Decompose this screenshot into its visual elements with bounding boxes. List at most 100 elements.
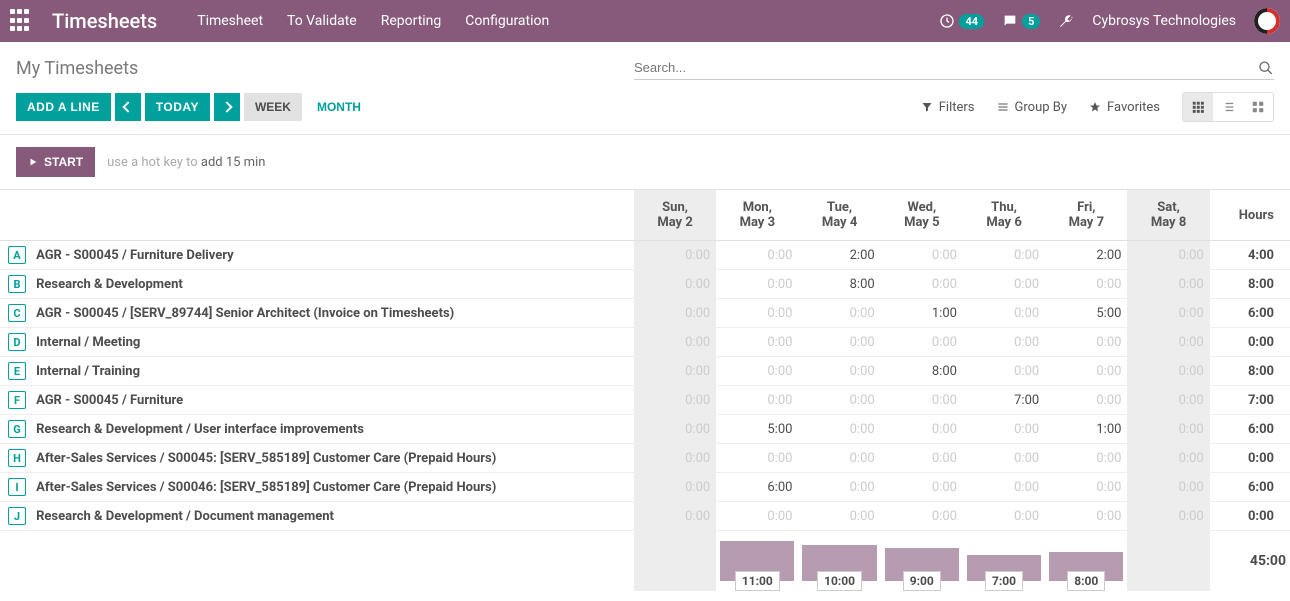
time-cell[interactable]: 0:00 — [1045, 473, 1127, 502]
time-cell[interactable]: 0:00 — [716, 328, 798, 357]
row-task[interactable]: AGR - S00045 / [SERV_89744] Senior Archi… — [30, 299, 634, 328]
time-cell[interactable]: 0:00 — [1127, 270, 1209, 299]
row-task[interactable]: After-Sales Services / S00045: [SERV_585… — [30, 444, 634, 473]
time-cell[interactable]: 0:00 — [798, 299, 880, 328]
time-cell[interactable]: 0:00 — [963, 328, 1045, 357]
search-input[interactable] — [634, 56, 1258, 79]
time-cell[interactable]: 0:00 — [963, 299, 1045, 328]
time-cell[interactable]: 0:00 — [1127, 444, 1209, 473]
time-cell[interactable]: 0:00 — [881, 328, 963, 357]
time-cell[interactable]: 0:00 — [1045, 386, 1127, 415]
apps-icon[interactable] — [10, 9, 34, 33]
view-grid[interactable] — [1183, 93, 1213, 121]
row-task[interactable]: Internal / Training — [30, 357, 634, 386]
time-cell[interactable]: 0:00 — [634, 415, 716, 444]
start-button[interactable]: START — [16, 147, 95, 177]
time-cell[interactable]: 0:00 — [634, 473, 716, 502]
time-cell[interactable]: 0:00 — [798, 415, 880, 444]
view-list[interactable] — [1213, 93, 1243, 121]
time-cell[interactable]: 0:00 — [881, 473, 963, 502]
time-cell[interactable]: 0:00 — [798, 473, 880, 502]
time-cell[interactable]: 0:00 — [634, 444, 716, 473]
time-cell[interactable]: 0:00 — [1127, 502, 1209, 531]
filters-menu[interactable]: Filters — [921, 100, 975, 115]
row-hotkey[interactable]: C — [0, 299, 30, 328]
time-cell[interactable]: 0:00 — [1127, 328, 1209, 357]
row-task[interactable]: AGR - S00045 / Furniture — [30, 386, 634, 415]
time-cell[interactable]: 0:00 — [798, 444, 880, 473]
row-hotkey[interactable]: J — [0, 502, 30, 531]
time-cell[interactable]: 0:00 — [963, 241, 1045, 270]
time-cell[interactable]: 0:00 — [634, 328, 716, 357]
time-cell[interactable]: 0:00 — [716, 444, 798, 473]
prev-button[interactable] — [115, 93, 141, 121]
time-cell[interactable]: 0:00 — [634, 357, 716, 386]
row-task[interactable]: After-Sales Services / S00046: [SERV_585… — [30, 473, 634, 502]
time-cell[interactable]: 0:00 — [963, 415, 1045, 444]
time-cell[interactable]: 0:00 — [1127, 415, 1209, 444]
time-cell[interactable]: 7:00 — [963, 386, 1045, 415]
time-cell[interactable]: 0:00 — [716, 502, 798, 531]
time-cell[interactable]: 0:00 — [716, 270, 798, 299]
time-cell[interactable]: 0:00 — [1045, 357, 1127, 386]
brand[interactable]: Timesheets — [52, 9, 157, 33]
time-cell[interactable]: 0:00 — [881, 415, 963, 444]
time-cell[interactable]: 0:00 — [634, 299, 716, 328]
nav-configuration[interactable]: Configuration — [465, 13, 549, 29]
time-cell[interactable]: 0:00 — [716, 386, 798, 415]
time-cell[interactable]: 2:00 — [1045, 241, 1127, 270]
next-button[interactable] — [214, 93, 240, 121]
time-cell[interactable]: 0:00 — [716, 299, 798, 328]
nav-timesheet[interactable]: Timesheet — [197, 13, 263, 29]
row-hotkey[interactable]: A — [0, 241, 30, 270]
time-cell[interactable]: 2:00 — [798, 241, 880, 270]
time-cell[interactable]: 0:00 — [881, 444, 963, 473]
month-button[interactable]: MONTH — [306, 93, 372, 121]
row-hotkey[interactable]: B — [0, 270, 30, 299]
time-cell[interactable]: 0:00 — [1045, 502, 1127, 531]
row-task[interactable]: AGR - S00045 / Furniture Delivery — [30, 241, 634, 270]
time-cell[interactable]: 0:00 — [1127, 386, 1209, 415]
nav-reporting[interactable]: Reporting — [381, 13, 442, 29]
time-cell[interactable]: 6:00 — [716, 473, 798, 502]
row-hotkey[interactable]: G — [0, 415, 30, 444]
time-cell[interactable]: 0:00 — [881, 386, 963, 415]
time-cell[interactable]: 0:00 — [798, 502, 880, 531]
chat-indicator[interactable]: 5 — [1002, 13, 1040, 29]
nav-to-validate[interactable]: To Validate — [287, 13, 357, 29]
row-hotkey[interactable]: H — [0, 444, 30, 473]
favorites-menu[interactable]: Favorites — [1089, 100, 1160, 115]
today-button[interactable]: TODAY — [145, 93, 210, 121]
wrench-icon[interactable] — [1058, 13, 1074, 29]
time-cell[interactable]: 0:00 — [1127, 357, 1209, 386]
time-cell[interactable]: 0:00 — [634, 502, 716, 531]
time-cell[interactable]: 0:00 — [881, 270, 963, 299]
time-cell[interactable]: 0:00 — [881, 241, 963, 270]
avatar[interactable] — [1254, 8, 1280, 34]
time-cell[interactable]: 5:00 — [716, 415, 798, 444]
add-line-button[interactable]: ADD A LINE — [16, 93, 111, 121]
time-cell[interactable]: 0:00 — [963, 444, 1045, 473]
time-cell[interactable]: 0:00 — [881, 502, 963, 531]
time-cell[interactable]: 0:00 — [716, 241, 798, 270]
time-cell[interactable]: 1:00 — [881, 299, 963, 328]
time-cell[interactable]: 0:00 — [634, 270, 716, 299]
view-kanban[interactable] — [1243, 93, 1273, 121]
time-cell[interactable]: 0:00 — [963, 473, 1045, 502]
time-cell[interactable]: 0:00 — [798, 357, 880, 386]
time-cell[interactable]: 0:00 — [1045, 270, 1127, 299]
time-cell[interactable]: 8:00 — [881, 357, 963, 386]
time-cell[interactable]: 8:00 — [798, 270, 880, 299]
time-cell[interactable]: 0:00 — [634, 241, 716, 270]
search-icon[interactable] — [1258, 60, 1274, 76]
row-hotkey[interactable]: I — [0, 473, 30, 502]
row-hotkey[interactable]: E — [0, 357, 30, 386]
row-hotkey[interactable]: F — [0, 386, 30, 415]
company-menu[interactable]: Cybrosys Technologies — [1092, 13, 1236, 29]
row-task[interactable]: Research & Development / User interface … — [30, 415, 634, 444]
time-cell[interactable]: 0:00 — [963, 270, 1045, 299]
time-cell[interactable]: 0:00 — [634, 386, 716, 415]
time-cell[interactable]: 0:00 — [1045, 328, 1127, 357]
groupby-menu[interactable]: Group By — [997, 100, 1068, 115]
time-cell[interactable]: 1:00 — [1045, 415, 1127, 444]
